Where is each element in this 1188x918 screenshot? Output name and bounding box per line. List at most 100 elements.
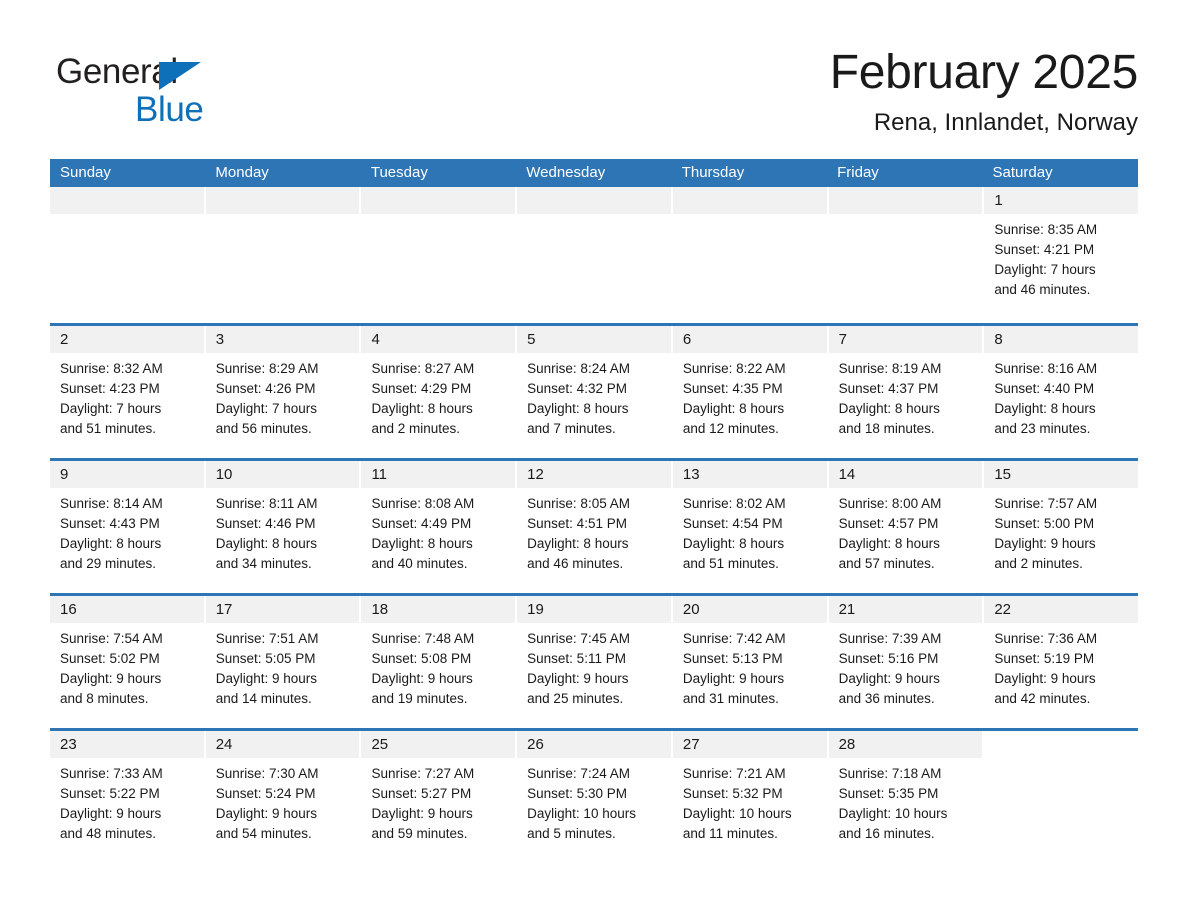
day-cell[interactable]: 28 Sunrise: 7:18 AM Sunset: 5:35 PM Dayl… (826, 731, 983, 861)
sunrise-text: Sunrise: 8:02 AM (682, 496, 786, 511)
general-blue-logo[interactable]: General Blue (56, 52, 356, 136)
sunset-text: Sunset: 5:35 PM (838, 786, 939, 801)
day-info: Sunrise: 8:11 AM Sunset: 4:46 PM Dayligh… (206, 488, 360, 574)
daylight-text-line1: Daylight: 10 hours (527, 806, 636, 821)
day-number: 16 (60, 601, 77, 618)
day-cell[interactable]: 4 Sunrise: 8:27 AM Sunset: 4:29 PM Dayli… (359, 326, 516, 458)
sunrise-text: Sunrise: 8:35 AM (994, 222, 1098, 237)
daylight-text-line2: and 48 minutes. (60, 826, 157, 841)
weekday-header-wednesday: Wednesday (526, 164, 606, 181)
day-number: 18 (371, 601, 389, 618)
day-number: 15 (994, 466, 1011, 483)
sunset-text: Sunset: 5:11 PM (527, 651, 626, 666)
day-info: Sunrise: 8:14 AM Sunset: 4:43 PM Dayligh… (50, 488, 204, 574)
daylight-text-line1: Daylight: 7 hours (994, 262, 1096, 277)
day-number: 5 (527, 331, 536, 348)
day-number: 8 (994, 331, 1003, 348)
sunrise-text: Sunrise: 7:21 AM (682, 766, 786, 781)
day-number: 23 (60, 736, 77, 753)
day-cell[interactable]: 7 Sunrise: 8:19 AM Sunset: 4:37 PM Dayli… (826, 326, 983, 458)
sunset-text: Sunset: 5:24 PM (215, 786, 316, 801)
sunset-text: Sunset: 4:51 PM (527, 516, 627, 531)
day-cell[interactable]: 2 Sunrise: 8:32 AM Sunset: 4:23 PM Dayli… (50, 326, 204, 458)
daylight-text-line1: Daylight: 9 hours (215, 671, 318, 686)
daylight-text-line2: and 46 minutes. (994, 282, 1091, 297)
day-cell[interactable]: 24 Sunrise: 7:30 AM Sunset: 5:24 PM Dayl… (203, 731, 360, 861)
day-cell[interactable]: 8 Sunrise: 8:16 AM Sunset: 4:40 PM Dayli… (982, 326, 1139, 458)
day-cell[interactable]: 14 Sunrise: 8:00 AM Sunset: 4:57 PM Dayl… (826, 461, 983, 593)
day-info: Sunrise: 7:24 AM Sunset: 5:30 PM Dayligh… (517, 758, 671, 844)
sunset-text: Sunset: 4:43 PM (60, 516, 160, 531)
week-row: 23 Sunrise: 7:33 AM Sunset: 5:22 PM Dayl… (50, 728, 1139, 861)
day-info: Sunrise: 7:42 AM Sunset: 5:13 PM Dayligh… (673, 623, 827, 709)
day-number: 27 (682, 736, 700, 753)
day-cell[interactable]: 11 Sunrise: 8:08 AM Sunset: 4:49 PM Dayl… (359, 461, 516, 593)
sunrise-text: Sunrise: 7:57 AM (994, 496, 1098, 511)
day-cell[interactable]: 23 Sunrise: 7:33 AM Sunset: 5:22 PM Dayl… (50, 731, 204, 861)
weekday-header-tuesday: Tuesday (370, 164, 428, 181)
week-row: 9 Sunrise: 8:14 AM Sunset: 4:43 PM Dayli… (50, 458, 1139, 593)
day-cell[interactable]: 21 Sunrise: 7:39 AM Sunset: 5:16 PM Dayl… (826, 596, 983, 728)
sunrise-text: Sunrise: 7:30 AM (215, 766, 319, 781)
daylight-text-line1: Daylight: 8 hours (527, 401, 629, 416)
day-cell[interactable]: 22 Sunrise: 7:36 AM Sunset: 5:19 PM Dayl… (982, 596, 1139, 728)
daylight-text-line1: Daylight: 8 hours (682, 536, 785, 551)
sunrise-text: Sunrise: 8:27 AM (371, 361, 475, 376)
day-info: Sunrise: 7:33 AM Sunset: 5:22 PM Dayligh… (50, 758, 204, 844)
day-cell[interactable]: 18 Sunrise: 7:48 AM Sunset: 5:08 PM Dayl… (359, 596, 516, 728)
day-cell-empty (982, 731, 1139, 861)
daylight-text-line1: Daylight: 8 hours (215, 536, 318, 551)
day-cell[interactable]: 20 Sunrise: 7:42 AM Sunset: 5:13 PM Dayl… (670, 596, 827, 728)
day-cell[interactable]: 3 Sunrise: 8:29 AM Sunset: 4:26 PM Dayli… (203, 326, 360, 458)
sunset-text: Sunset: 4:29 PM (371, 381, 472, 396)
day-info: Sunrise: 7:51 AM Sunset: 5:05 PM Dayligh… (206, 623, 360, 709)
day-cell[interactable]: 25 Sunrise: 7:27 AM Sunset: 5:27 PM Dayl… (359, 731, 516, 861)
day-cell[interactable]: 5 Sunrise: 8:24 AM Sunset: 4:32 PM Dayli… (515, 326, 671, 458)
day-number: 2 (60, 331, 69, 348)
daylight-text-line1: Daylight: 7 hours (215, 401, 318, 416)
sunset-text: Sunset: 4:57 PM (838, 516, 939, 531)
day-cell[interactable]: 1 Sunrise: 8:35 AM Sunset: 4:21 PM Dayli… (982, 187, 1139, 323)
daylight-text-line2: and 25 minutes. (527, 691, 624, 706)
day-info: Sunrise: 7:27 AM Sunset: 5:27 PM Dayligh… (361, 758, 515, 844)
daylight-text-line1: Daylight: 10 hours (682, 806, 792, 821)
daylight-text-line1: Daylight: 9 hours (215, 806, 318, 821)
day-cell[interactable]: 9 Sunrise: 8:14 AM Sunset: 4:43 PM Dayli… (50, 461, 204, 593)
day-info: Sunrise: 8:19 AM Sunset: 4:37 PM Dayligh… (829, 353, 983, 439)
day-cell[interactable]: 10 Sunrise: 8:11 AM Sunset: 4:46 PM Dayl… (203, 461, 360, 593)
daylight-text-line2: and 59 minutes. (371, 826, 468, 841)
sunrise-text: Sunrise: 7:18 AM (838, 766, 942, 781)
day-cell-empty (515, 187, 671, 323)
day-cell[interactable]: 26 Sunrise: 7:24 AM Sunset: 5:30 PM Dayl… (515, 731, 671, 861)
day-number: 19 (527, 601, 544, 618)
sunrise-text: Sunrise: 8:22 AM (682, 361, 786, 376)
day-info: Sunrise: 8:16 AM Sunset: 4:40 PM Dayligh… (984, 353, 1138, 439)
day-number: 24 (215, 736, 233, 753)
sunrise-text: Sunrise: 8:00 AM (838, 496, 942, 511)
daylight-text-line1: Daylight: 8 hours (371, 536, 473, 551)
sunset-text: Sunset: 5:22 PM (60, 786, 160, 801)
day-cell[interactable]: 6 Sunrise: 8:22 AM Sunset: 4:35 PM Dayli… (670, 326, 827, 458)
day-number: 11 (371, 466, 388, 483)
day-number: 12 (527, 466, 544, 483)
day-cell[interactable]: 17 Sunrise: 7:51 AM Sunset: 5:05 PM Dayl… (203, 596, 360, 728)
day-cell-empty (826, 187, 983, 323)
day-cell[interactable]: 12 Sunrise: 8:05 AM Sunset: 4:51 PM Dayl… (515, 461, 671, 593)
sunrise-text: Sunrise: 8:19 AM (838, 361, 942, 376)
daylight-text-line2: and 34 minutes. (215, 556, 312, 571)
day-cell-empty (670, 187, 827, 323)
day-number: 21 (838, 601, 856, 618)
daylight-text-line1: Daylight: 9 hours (994, 671, 1096, 686)
daylight-text-line1: Daylight: 10 hours (838, 806, 948, 821)
sunset-text: Sunset: 4:49 PM (371, 516, 472, 531)
day-cell[interactable]: 27 Sunrise: 7:21 AM Sunset: 5:32 PM Dayl… (670, 731, 827, 861)
day-cell[interactable]: 15 Sunrise: 7:57 AM Sunset: 5:00 PM Dayl… (982, 461, 1139, 593)
daylight-text-line1: Daylight: 9 hours (994, 536, 1096, 551)
sunset-text: Sunset: 4:23 PM (60, 381, 160, 396)
day-cell[interactable]: 13 Sunrise: 8:02 AM Sunset: 4:54 PM Dayl… (670, 461, 827, 593)
title-block: February 2025 Rena, Innlandet, Norway (830, 44, 1139, 137)
daylight-text-line2: and 31 minutes. (682, 691, 779, 706)
daylight-text-line2: and 56 minutes. (215, 421, 312, 436)
day-cell[interactable]: 16 Sunrise: 7:54 AM Sunset: 5:02 PM Dayl… (50, 596, 204, 728)
day-cell[interactable]: 19 Sunrise: 7:45 AM Sunset: 5:11 PM Dayl… (515, 596, 671, 728)
